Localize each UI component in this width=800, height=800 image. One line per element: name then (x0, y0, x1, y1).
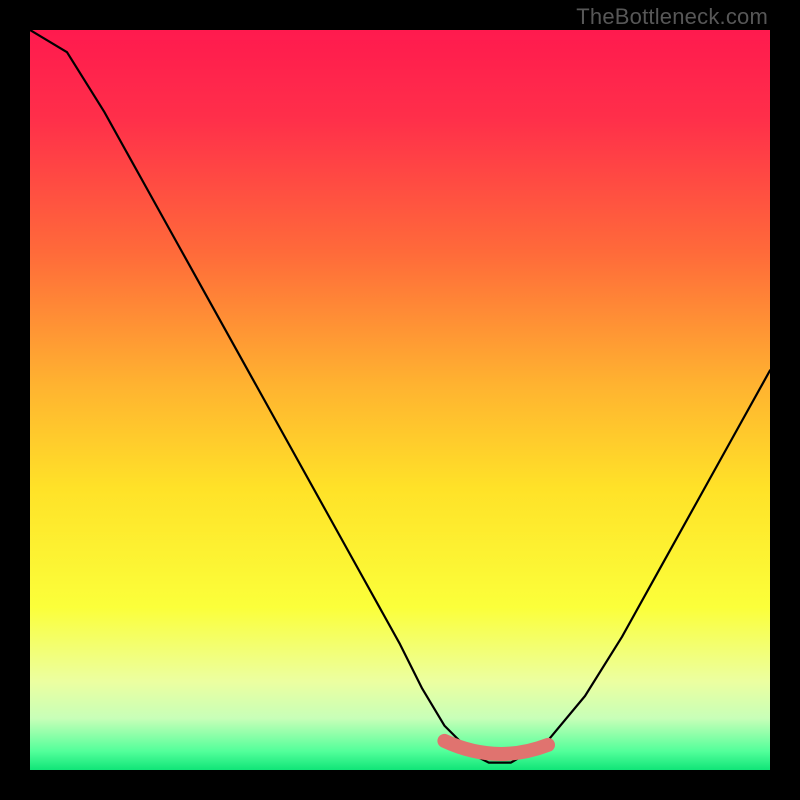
optimal-range-highlight (444, 741, 548, 754)
watermark-text: TheBottleneck.com (576, 4, 768, 30)
chart-frame: TheBottleneck.com (0, 0, 800, 800)
plot-area (30, 30, 770, 770)
curve-layer (30, 30, 770, 770)
bottleneck-curve (30, 30, 770, 763)
